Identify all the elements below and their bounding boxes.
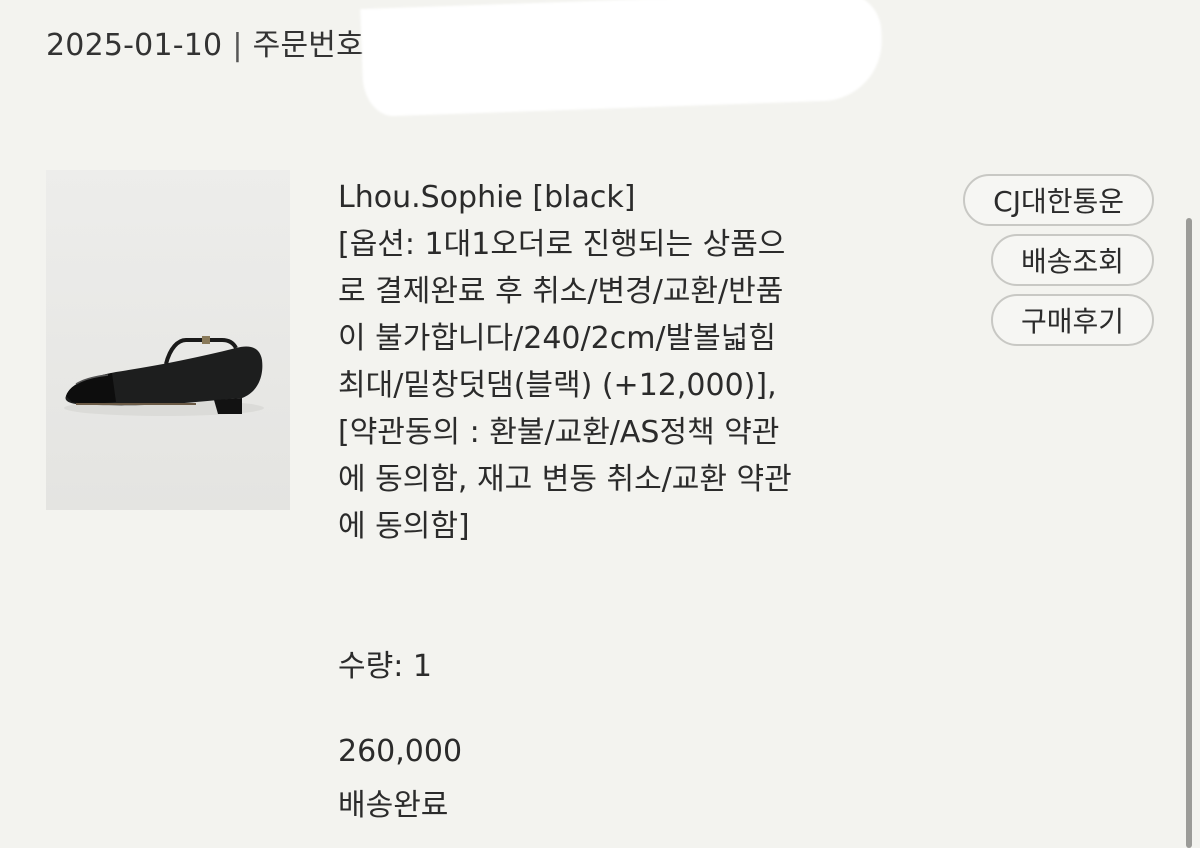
quantity: 수량: 1 [338, 649, 432, 684]
product-thumbnail[interactable] [46, 170, 290, 510]
option-line: 에 동의함] [338, 509, 470, 544]
option-line: 최대/밑창덧댐(블랙) (+12,000)], [338, 368, 777, 403]
product-info: Lhou.Sophie [black] [옵션: 1대1오더로 진행되는 상품으… [338, 175, 868, 550]
delivery-status: 배송완료 [338, 788, 449, 823]
order-date: 2025-01-10 [46, 28, 223, 63]
write-review-button[interactable]: 구매후기 [990, 294, 1154, 346]
order-number-label: 주문번호 [252, 28, 364, 63]
option-line: 이 불가합니다/240/2cm/발볼넓힘 [338, 321, 776, 356]
order-header: 2025-01-10 | 주문번호 [46, 22, 364, 70]
option-line: 에 동의함, 재고 변동 취소/교환 약관 [338, 462, 792, 497]
track-delivery-button[interactable]: 배송조회 [990, 234, 1154, 286]
product-options: [옵션: 1대1오더로 진행되는 상품으 로 결제완료 후 취소/변경/교환/반… [338, 221, 868, 550]
courier-button[interactable]: CJ대한통운 [963, 174, 1154, 226]
option-line: 로 결제완료 후 취소/변경/교환/반품 [338, 274, 784, 309]
shoe-image [46, 170, 290, 510]
product-name[interactable]: Lhou.Sophie [black] [338, 175, 868, 221]
price: 260,000 [338, 734, 463, 769]
order-actions: CJ대한통운 배송조회 구매후기 [963, 174, 1154, 346]
redaction-mark [360, 0, 884, 118]
header-separator: | [232, 28, 243, 63]
scrollbar[interactable] [1186, 218, 1192, 848]
option-line: [옵션: 1대1오더로 진행되는 상품으 [338, 227, 786, 262]
option-line: [약관동의 : 환불/교환/AS정책 약관 [338, 415, 780, 450]
